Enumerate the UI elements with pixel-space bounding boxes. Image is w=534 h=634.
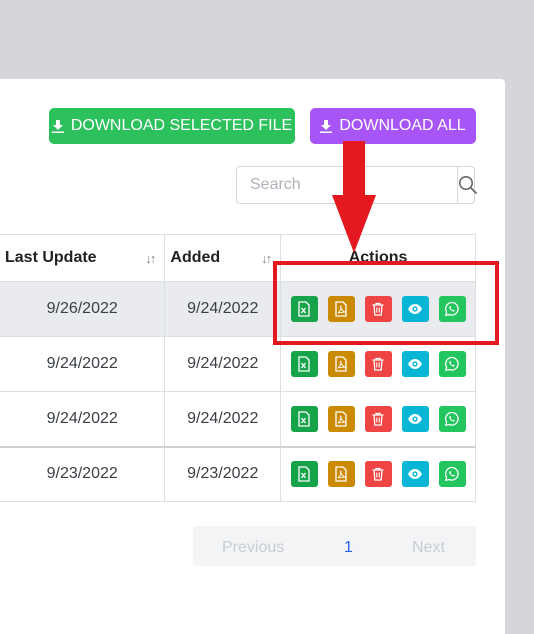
actions-cell <box>280 391 476 447</box>
actions-cell <box>280 281 476 337</box>
export-pdf-button[interactable] <box>327 296 355 322</box>
trash-icon <box>372 412 384 426</box>
added-cell: 9/23/2022 <box>164 445 282 502</box>
next-page-button[interactable]: Next <box>412 539 445 557</box>
export-pdf-button[interactable] <box>327 351 355 377</box>
excel-icon <box>298 466 310 482</box>
download-all-label: DOWNLOAD ALL <box>339 117 466 134</box>
column-actions: Actions <box>280 234 476 282</box>
actions-cell <box>280 336 476 392</box>
table-row[interactable]: 9/23/2022 9/23/2022 <box>0 445 476 502</box>
search-icon <box>459 176 477 194</box>
added-cell: 9/24/2022 <box>164 391 282 447</box>
column-added[interactable]: Added ↓↑ <box>164 234 282 282</box>
added-cell: 9/24/2022 <box>164 336 282 392</box>
view-button[interactable] <box>401 461 429 488</box>
whatsapp-icon <box>444 356 459 372</box>
excel-icon <box>298 411 310 427</box>
added-cell: 9/24/2022 <box>164 281 282 337</box>
pdf-icon <box>335 466 347 482</box>
excel-icon <box>298 301 310 317</box>
delete-button[interactable] <box>364 296 392 322</box>
eye-icon <box>408 413 423 424</box>
pdf-icon <box>335 301 347 317</box>
download-icon <box>320 119 333 133</box>
view-button[interactable] <box>401 296 429 322</box>
actions-cell <box>280 445 476 502</box>
export-excel-button[interactable] <box>290 461 318 488</box>
whatsapp-share-button[interactable] <box>438 351 466 377</box>
trash-icon <box>372 302 384 316</box>
sort-icon[interactable]: ↓↑ <box>261 251 272 266</box>
search-input[interactable] <box>237 167 457 203</box>
excel-icon <box>298 356 310 372</box>
table-row[interactable]: 9/24/2022 9/24/2022 <box>0 336 476 392</box>
whatsapp-share-button[interactable] <box>438 296 466 322</box>
whatsapp-share-button[interactable] <box>438 461 466 488</box>
delete-button[interactable] <box>364 461 392 488</box>
last-update-cell: 9/23/2022 <box>0 445 166 502</box>
column-last-update[interactable]: Last Update ↓↑ <box>0 234 166 282</box>
whatsapp-icon <box>444 467 459 482</box>
download-selected-label: DOWNLOAD SELECTED FILE <box>70 117 293 134</box>
trash-icon <box>372 468 384 481</box>
last-update-cell: 9/24/2022 <box>0 336 166 392</box>
export-excel-button[interactable] <box>290 405 318 432</box>
last-update-cell: 9/26/2022 <box>0 281 166 337</box>
delete-button[interactable] <box>364 351 392 377</box>
page-number-1[interactable]: 1 <box>344 539 353 557</box>
eye-icon <box>408 469 423 480</box>
export-excel-button[interactable] <box>290 296 318 322</box>
download-selected-button[interactable]: DOWNLOAD SELECTED FILE <box>49 108 295 144</box>
search-box <box>236 166 478 204</box>
table-header: Last Update ↓↑ Added ↓↑ Actions <box>0 234 476 282</box>
trash-icon <box>372 357 384 371</box>
whatsapp-icon <box>444 411 459 426</box>
table-row[interactable]: 9/24/2022 9/24/2022 <box>0 391 476 447</box>
view-button[interactable] <box>401 351 429 377</box>
pagination: Previous 1 Next <box>193 526 476 566</box>
search-button[interactable] <box>457 167 478 203</box>
delete-button[interactable] <box>364 405 392 432</box>
eye-icon <box>408 359 423 369</box>
pdf-icon <box>335 356 347 372</box>
export-excel-button[interactable] <box>290 351 318 377</box>
eye-icon <box>408 304 423 314</box>
table-row[interactable]: 9/26/2022 9/24/2022 <box>0 281 476 337</box>
whatsapp-share-button[interactable] <box>438 405 466 432</box>
sort-icon[interactable]: ↓↑ <box>145 251 156 266</box>
pdf-icon <box>335 411 347 427</box>
last-update-cell: 9/24/2022 <box>0 391 166 447</box>
files-table: Last Update ↓↑ Added ↓↑ Actions 9/26/2022 … <box>0 234 476 502</box>
view-button[interactable] <box>401 405 429 432</box>
export-pdf-button[interactable] <box>327 405 355 432</box>
previous-page-button[interactable]: Previous <box>222 539 284 557</box>
whatsapp-icon <box>444 301 459 317</box>
download-all-button[interactable]: DOWNLOAD ALL <box>310 108 476 144</box>
download-icon <box>51 119 64 133</box>
export-pdf-button[interactable] <box>327 461 355 488</box>
